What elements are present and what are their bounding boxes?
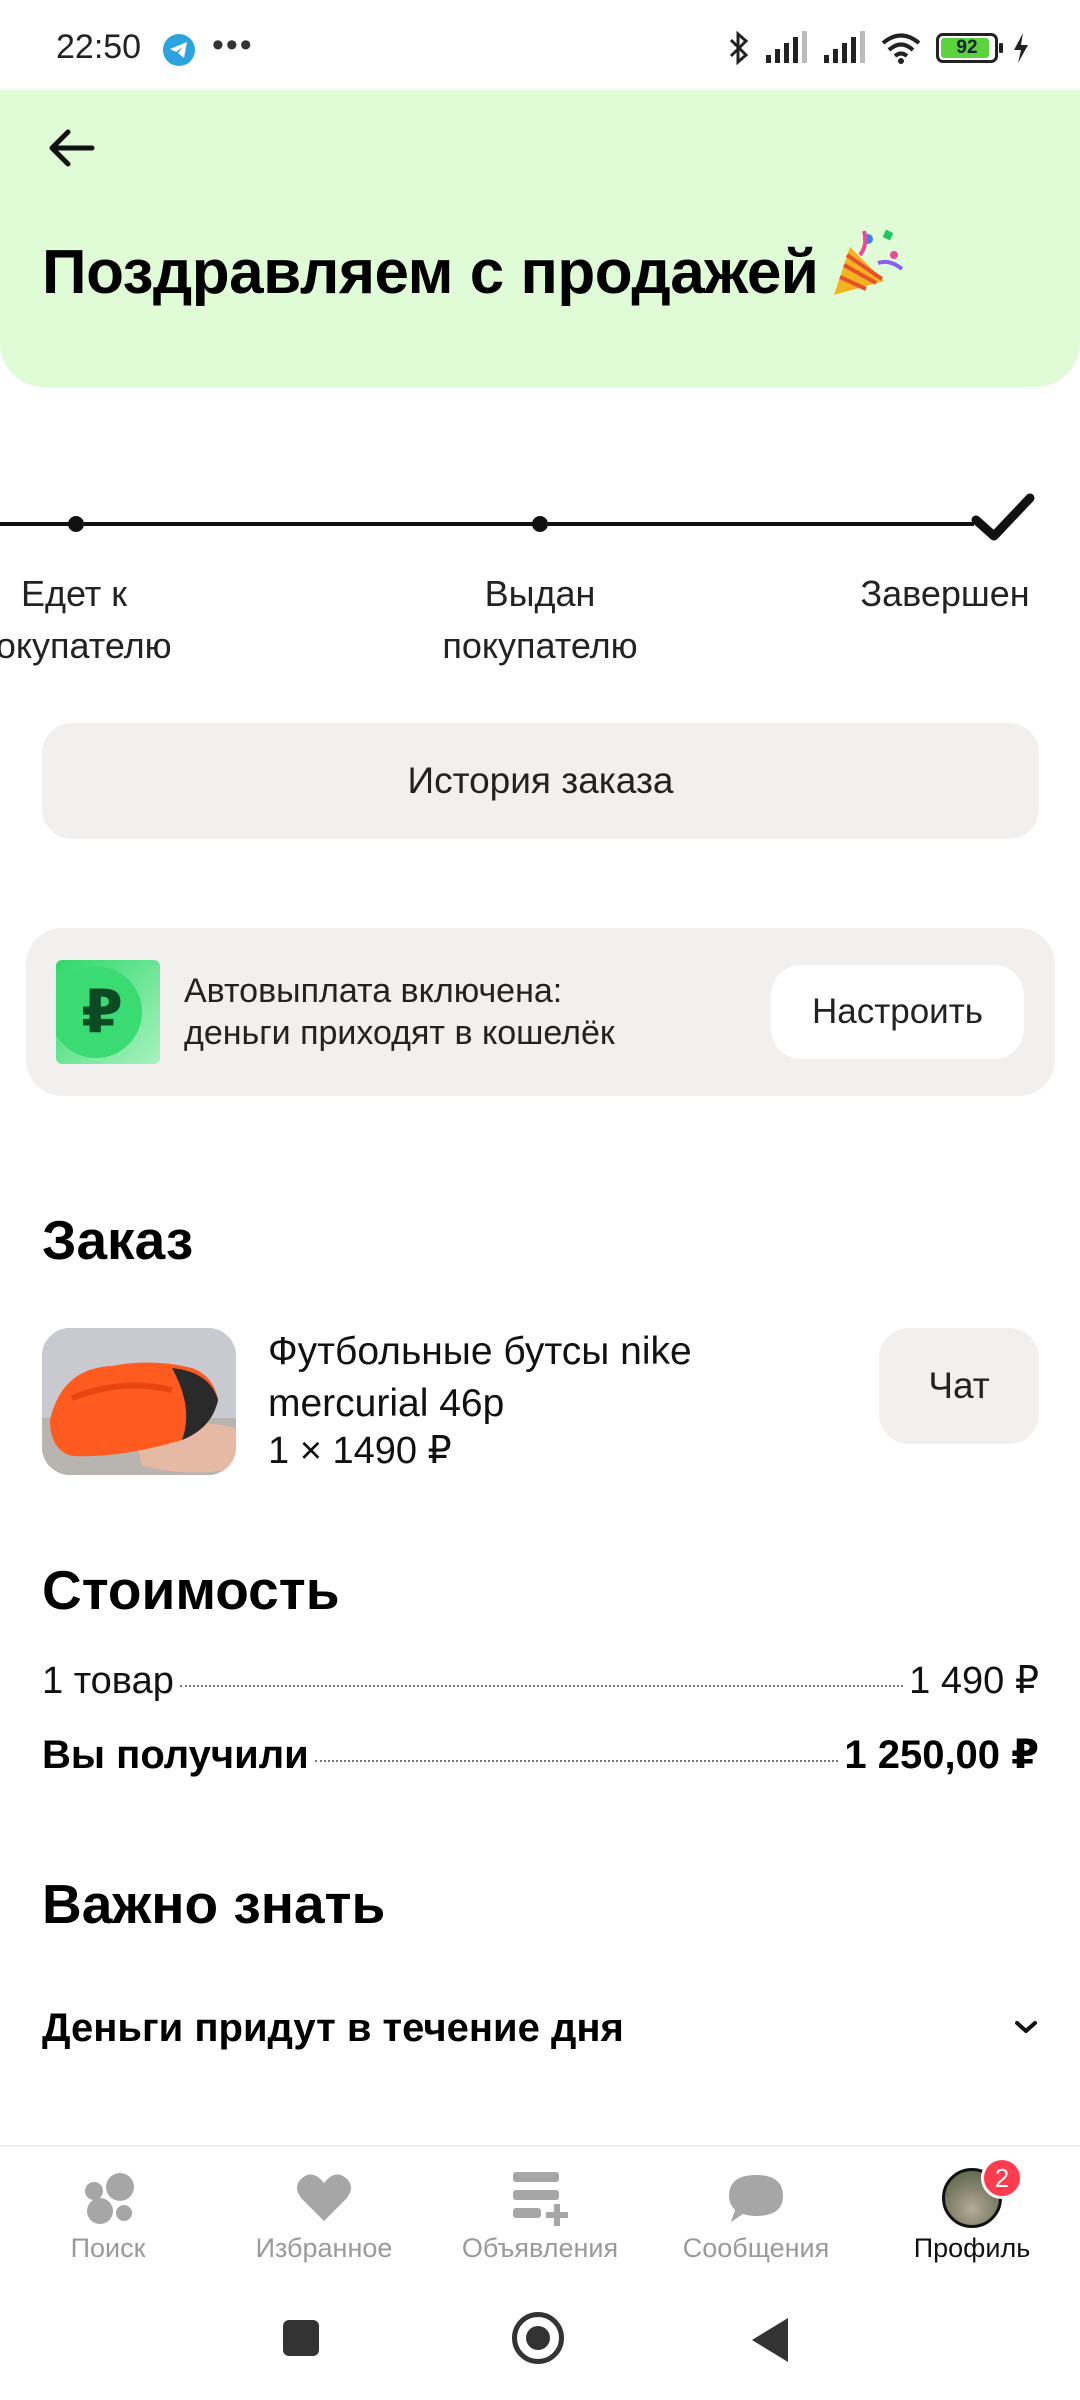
chevron-down-icon	[1015, 2021, 1037, 2033]
progress-dot	[68, 516, 84, 532]
battery-icon: 92	[936, 33, 1003, 63]
order-history-button[interactable]: История заказа	[42, 723, 1039, 839]
notification-badge: 2	[981, 2157, 1023, 2199]
progress-line	[84, 522, 534, 526]
page-title-text: Поздравляем с продажей	[42, 238, 819, 307]
autopay-text: Автовыплата включена: деньги приходят в …	[184, 972, 615, 1052]
autopay-card: ₽ Автовыплата включена: деньги приходят …	[26, 928, 1055, 1096]
ruble-symbol: ₽	[81, 978, 123, 1045]
chat-bubble-icon	[729, 2175, 783, 2222]
chat-button[interactable]: Чат	[879, 1328, 1039, 1444]
congrats-header: Поздравляем с продажей	[0, 90, 1080, 387]
nav-label: Сообщения	[682, 2233, 830, 2263]
heart-icon	[297, 2174, 351, 2221]
bottom-navigation: Поиск Избранное Объявления Сообщения 2 П…	[0, 2145, 1080, 2280]
product-quantity-price: 1 × 1490 ₽	[268, 1430, 452, 1472]
progress-line	[0, 522, 76, 526]
battery-level: 92	[956, 37, 978, 58]
cost-value: 1 250,00 ₽	[844, 1733, 1039, 1777]
wallet-ruble-icon: ₽	[56, 960, 160, 1064]
cost-row-items: 1 товар 1 490 ₽	[42, 1658, 1039, 1703]
bluetooth-icon	[729, 30, 749, 66]
step-label-completed: Завершен	[860, 573, 1030, 614]
wifi-icon	[881, 33, 921, 64]
info-item-text: Деньги придут в течение дня	[42, 2006, 624, 2050]
dotted-leader	[314, 1760, 839, 1762]
charging-icon	[1014, 33, 1028, 63]
page-title: Поздравляем с продажей	[42, 225, 908, 308]
step-label-delivered: Выдан покупателю	[442, 573, 638, 666]
home-icon[interactable]	[512, 2312, 564, 2364]
nav-label: Поиск	[70, 2233, 146, 2263]
more-notifications-icon: •••	[212, 26, 254, 64]
progress-dot	[532, 516, 548, 532]
avatar: 2	[942, 2157, 1023, 2228]
status-bar: 22:50 ••• 92	[0, 0, 1080, 90]
cost-row-received: Вы получили 1 250,00 ₽	[42, 1732, 1039, 1778]
nav-item-favorites[interactable]: Избранное	[216, 2167, 432, 2264]
dotted-leader	[179, 1685, 904, 1687]
cost-label: 1 товар	[42, 1660, 174, 1702]
checkmark-icon	[971, 493, 1035, 541]
party-popper-icon	[834, 229, 904, 295]
system-navigation-bar	[0, 2280, 1080, 2400]
order-progress: Едет к покупателю Выдан покупателю Завер…	[0, 490, 1080, 680]
status-time: 22:50	[56, 28, 142, 66]
back-arrow-icon[interactable]	[44, 118, 104, 178]
order-section-title: Заказ	[42, 1209, 194, 1271]
cost-label: Вы получили	[42, 1733, 309, 1777]
nav-label: Избранное	[255, 2233, 393, 2263]
step-label-shipping: Едет к покупателю	[0, 573, 172, 666]
cost-value: 1 490 ₽	[909, 1660, 1039, 1702]
nav-label: Объявления	[461, 2233, 619, 2263]
cost-section-title: Стоимость	[42, 1559, 340, 1621]
recent-apps-icon[interactable]	[283, 2320, 319, 2356]
back-triangle-icon[interactable]	[752, 2318, 788, 2362]
nav-item-search[interactable]: Поиск	[0, 2167, 216, 2264]
product-name[interactable]: Футбольные бутсы nike mercurial 46р	[268, 1326, 788, 1430]
setup-autopay-button[interactable]: Настроить	[771, 965, 1024, 1059]
product-image[interactable]	[42, 1328, 236, 1475]
nav-label: Профиль	[913, 2233, 1031, 2263]
info-accordion-item[interactable]: Деньги придут в течение дня	[42, 2006, 1039, 2062]
signal-icon	[824, 31, 865, 63]
telegram-icon	[163, 34, 195, 66]
listings-icon	[513, 2172, 568, 2226]
important-section-title: Важно знать	[42, 1873, 386, 1935]
search-bubbles-icon	[85, 2173, 134, 2224]
nav-item-listings[interactable]: Объявления	[432, 2167, 648, 2264]
signal-icon	[766, 31, 807, 63]
progress-line	[548, 522, 974, 526]
nav-item-messages[interactable]: Сообщения	[648, 2167, 864, 2264]
nav-item-profile[interactable]: 2 Профиль	[864, 2157, 1080, 2264]
